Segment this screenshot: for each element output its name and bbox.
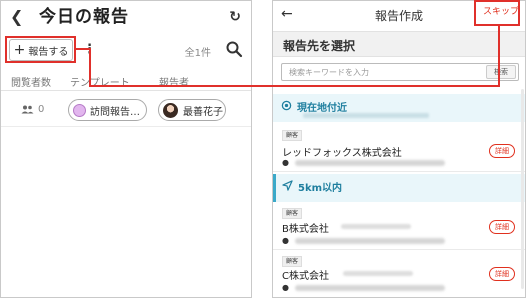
people-icon [21, 105, 34, 114]
customer-card[interactable]: 顧客 B株式会社 ● 詳細 [273, 204, 525, 250]
search-icon[interactable] [225, 40, 243, 58]
customer-badge: 顧客 [282, 256, 302, 267]
section-nearby: 現在地付近 [273, 94, 525, 122]
detail-button[interactable]: 詳細 [489, 220, 515, 234]
section-within-5km: 5km以内 [273, 174, 525, 202]
app-header: ← 報告作成 スキップ [273, 1, 525, 29]
column-header-reporter: 報告者 [159, 78, 189, 89]
plus-icon: + [13, 42, 26, 58]
redacted-address [295, 160, 445, 166]
section-title: 現在地付近 [297, 103, 347, 114]
skip-button[interactable]: スキップ [479, 3, 523, 23]
redacted-address [295, 238, 445, 244]
redacted-text [341, 224, 411, 229]
page-title: 今日の報告 [39, 7, 129, 27]
table-row[interactable]: 0 訪問報告… 最善花子 [1, 93, 251, 127]
column-header-template: テンプレート [70, 78, 130, 89]
view-count-value: 0 [38, 104, 45, 115]
daily-report-screen: ❮ 今日の報告 ↻ + 報告する ⋮ 全1件 閲覧者数 テンプレート 報告者 0… [0, 0, 252, 298]
customer-card[interactable]: 顧客 C株式会社 ● 詳細 [273, 252, 525, 297]
customer-badge: 顧客 [282, 130, 302, 141]
map-pin-icon: ● [282, 158, 289, 167]
template-color-dot [73, 103, 86, 117]
map-pin-icon: ● [282, 283, 289, 292]
customer-name: C株式会社 [282, 271, 329, 282]
create-report-screen: ← 報告作成 スキップ 報告先を選択 検索 現在地付近 顧客 レッドフォックス株… [272, 0, 526, 298]
reporter-chip[interactable]: 最善花子 [158, 99, 226, 121]
search-input[interactable] [282, 64, 472, 80]
chevron-left-icon[interactable]: ❮ [10, 7, 23, 27]
customer-card[interactable]: 顧客 レッドフォックス株式会社 ● 詳細 [273, 124, 525, 172]
report-toolbar: + 報告する ⋮ 全1件 [1, 39, 251, 65]
navigation-arrow-icon [282, 180, 293, 191]
template-chip[interactable]: 訪問報告… [68, 99, 147, 121]
refresh-icon[interactable]: ↻ [229, 8, 241, 26]
redacted-text [303, 113, 429, 118]
add-report-label: 報告する [28, 46, 69, 58]
kebab-menu-icon[interactable]: ⋮ [83, 41, 96, 59]
redacted-text [343, 271, 413, 276]
report-count: 全1件 [184, 48, 211, 59]
search-button[interactable]: 検索 [486, 65, 516, 79]
section-title: 5km以内 [298, 183, 343, 194]
reporter-name: 最善花子 [183, 106, 223, 118]
view-count: 0 [21, 104, 44, 115]
avatar [163, 102, 178, 118]
add-report-button[interactable]: + 報告する [9, 39, 73, 61]
search-box: 検索 [281, 63, 519, 81]
customer-badge: 顧客 [282, 208, 302, 219]
location-target-icon [281, 100, 292, 111]
template-name: 訪問報告… [90, 106, 140, 118]
detail-button[interactable]: 詳細 [489, 267, 515, 281]
screenshot-stage: ❮ 今日の報告 ↻ + 報告する ⋮ 全1件 閲覧者数 テンプレート 報告者 0… [0, 0, 526, 298]
scrollbar[interactable] [521, 89, 524, 289]
app-header: ❮ 今日の報告 ↻ [1, 1, 251, 33]
customer-name: レッドフォックス株式会社 [282, 148, 402, 159]
select-destination-title: 報告先を選択 [283, 39, 356, 53]
customer-name: B株式会社 [282, 224, 329, 235]
subtitle-bar: 報告先を選択 [273, 31, 525, 57]
table-header: 閲覧者数 テンプレート 報告者 [1, 71, 251, 91]
redacted-address [295, 285, 445, 291]
column-header-views: 閲覧者数 [11, 78, 51, 89]
detail-button[interactable]: 詳細 [489, 144, 515, 158]
map-pin-icon: ● [282, 236, 289, 245]
